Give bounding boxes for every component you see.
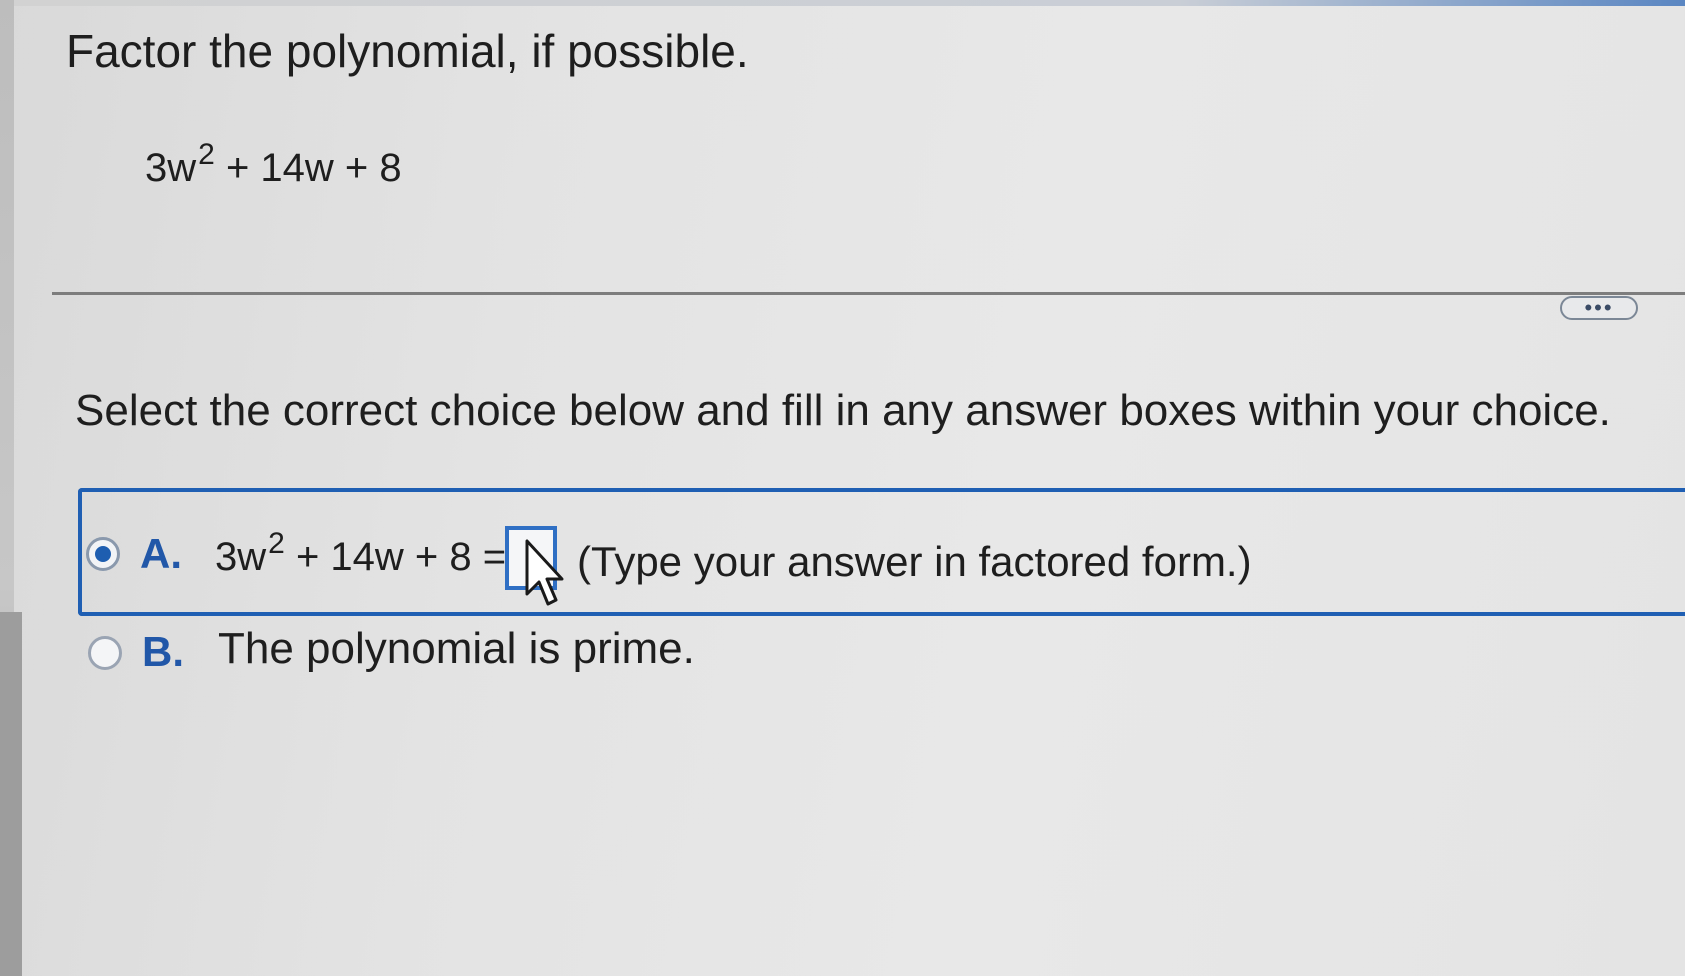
choice-b-radio[interactable]	[88, 636, 122, 670]
choice-b-letter: B.	[142, 628, 184, 675]
section-divider	[52, 292, 1685, 295]
top-strip	[0, 0, 1685, 6]
choice-a-equation-rest: + 14w + 8 =	[284, 535, 507, 579]
question-title: Factor the polynomial, if possible.	[66, 25, 749, 77]
left-edge-scroll-region	[0, 612, 22, 976]
choice-a-equation: 3w2 + 14w + 8 =	[215, 527, 507, 580]
choice-a-equation-exponent: 2	[268, 527, 285, 560]
ellipsis-icon: •••	[1584, 295, 1614, 320]
polynomial-rest: + 14w + 8	[214, 146, 402, 190]
choice-a-equation-base: 3w	[215, 535, 267, 579]
polynomial-base: 3w	[145, 146, 197, 190]
instruction-text: Select the correct choice below and fill…	[75, 386, 1611, 435]
polynomial-expression: 3w2 + 14w + 8	[145, 138, 402, 191]
choice-a-hint: (Type your answer in factored form.)	[577, 538, 1252, 585]
choice-b-text: The polynomial is prime.	[218, 624, 695, 673]
choice-a-radio[interactable]	[86, 537, 120, 571]
answer-input-box[interactable]	[505, 526, 557, 590]
choice-a-letter: A.	[140, 530, 182, 577]
polynomial-exponent: 2	[198, 138, 215, 171]
more-options-button[interactable]: •••	[1560, 296, 1638, 320]
